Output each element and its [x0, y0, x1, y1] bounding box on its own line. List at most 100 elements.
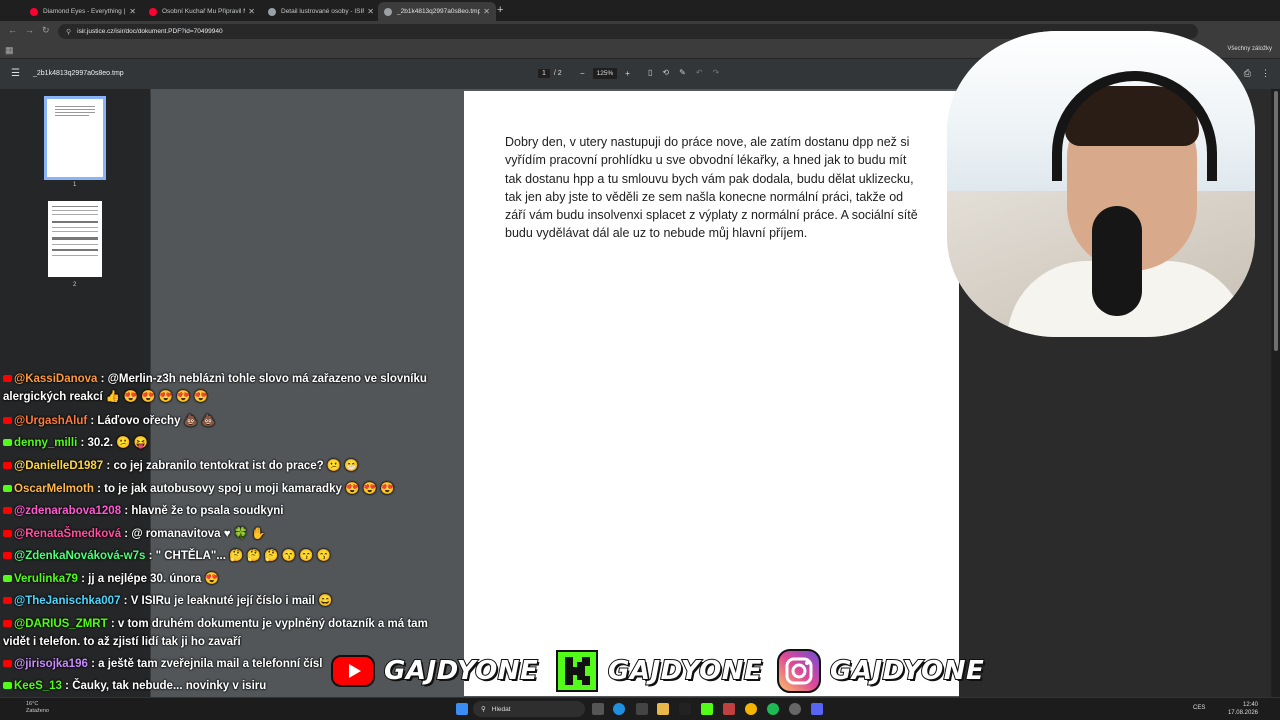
thumbnail-label: 1: [73, 182, 77, 188]
close-icon[interactable]: ✕: [483, 7, 490, 16]
close-icon[interactable]: ✕: [129, 7, 136, 16]
chat-text: : Láďovo ořechy 💩 💩: [90, 415, 216, 427]
store-icon[interactable]: [636, 703, 648, 715]
chat-message: @RenataŠmedková : @ romanavitova ♥ 🍀 ✋: [3, 525, 266, 543]
browser-tab[interactable]: Diamond Eyes - Everything | M ✕: [24, 2, 142, 21]
chat-message: @UrgashAluf : Láďovo ořechy 💩 💩: [3, 412, 216, 430]
youtube-icon: [3, 417, 12, 425]
chat-username[interactable]: KeeS_13: [14, 680, 62, 692]
chat-username[interactable]: @zdenarabova1208: [14, 505, 121, 517]
youtube-icon: [30, 7, 38, 16]
chat-text: : hlavně že to psala soudkyni: [124, 505, 284, 517]
kick-icon[interactable]: [701, 703, 713, 715]
tab-title: Osobní Kuchař Mu Připravil M: [162, 8, 246, 15]
tab-title: Diamond Eyes - Everything | M: [43, 8, 127, 15]
more-options-icon[interactable]: ⋮: [1261, 68, 1270, 79]
redo-icon[interactable]: ↷: [713, 68, 720, 77]
chat-username[interactable]: @ZdenkaNováková-w7s: [14, 550, 145, 562]
chat-text: : co jej zabranilo tentokrat ist do prac…: [106, 460, 359, 472]
menu-icon[interactable]: ☰: [11, 68, 20, 79]
chat-username[interactable]: @UrgashAluf: [14, 415, 87, 427]
weather-desc: Zataženo: [26, 708, 49, 714]
taskbar-search[interactable]: ⚲ Hledat: [473, 701, 585, 717]
chat-text: : a ještě tam zveřejnila mail a telefonn…: [91, 658, 323, 670]
thumbnail-text-lines: [55, 106, 95, 116]
annotate-icon[interactable]: ✎: [679, 68, 686, 77]
zoom-controls: − 125% +: [580, 68, 630, 79]
chat-username[interactable]: @DARIUS_ZMRT: [14, 618, 108, 630]
chat-message: @jirisojka196 : a ještě tam zveřejnila m…: [3, 655, 322, 673]
browser-tab[interactable]: Osobní Kuchař Mu Připravil M ✕: [143, 2, 261, 21]
microphone-icon: [1092, 206, 1142, 316]
close-icon[interactable]: ✕: [367, 7, 374, 16]
page-thumbnail[interactable]: [44, 96, 106, 180]
spotify-icon[interactable]: [767, 703, 779, 715]
close-icon[interactable]: ✕: [248, 7, 255, 16]
new-tab-icon[interactable]: +: [497, 4, 503, 16]
zoom-out-icon[interactable]: −: [580, 69, 585, 78]
back-icon[interactable]: ←: [8, 25, 17, 35]
chat-username[interactable]: @KassiDanova: [14, 373, 97, 385]
address-url: isir.justice.cz/isir/doc/dokument.PDF?id…: [77, 28, 223, 35]
chat-username[interactable]: @jirisojka196: [14, 658, 88, 670]
chat-username[interactable]: denny_milli: [14, 437, 77, 449]
chat-message: @ZdenkaNováková-w7s : " CHTĚLA"... 🤔 🤔 🤔…: [3, 547, 331, 565]
page-total: 2: [557, 70, 562, 77]
youtube-icon: [3, 462, 12, 470]
discord-icon[interactable]: [811, 703, 823, 715]
zoom-value[interactable]: 125%: [592, 68, 618, 79]
reload-icon[interactable]: ↻: [42, 25, 50, 36]
chat-message: denny_milli : 30.2. 😕 😝: [3, 434, 148, 452]
social-handle: GAJDYONE: [607, 655, 763, 687]
scrollbar[interactable]: [1272, 89, 1280, 720]
youtube-icon: [3, 507, 12, 515]
social-handles-banner: GAJDYONE GAJDYONE GAJDYONE: [330, 648, 990, 696]
social-handle: GAJDYONE: [383, 655, 539, 687]
chat-text: : " CHTĚLA"... 🤔 🤔 🤔 😙 😙 😙: [148, 550, 332, 562]
kick-icon: [3, 682, 12, 690]
app-icon[interactable]: [679, 703, 691, 715]
webcam-overlay: [947, 31, 1255, 337]
zoom-in-icon[interactable]: +: [625, 69, 630, 78]
clock-date: 17.08.2026: [1227, 710, 1258, 716]
pdf-page-text: Dobry den, v utery nastupuji do práce no…: [505, 135, 918, 241]
chat-username[interactable]: @TheJanischka007: [14, 595, 120, 607]
site-info-icon[interactable]: ⚲: [66, 28, 71, 36]
globe-icon: [268, 7, 276, 16]
chrome-icon[interactable]: [745, 703, 757, 715]
page-selector: 1 / 2: [538, 69, 562, 78]
clock-time: 12:40: [1242, 702, 1258, 708]
rotate-icon[interactable]: ⟲: [662, 68, 669, 77]
obs-icon[interactable]: [789, 703, 801, 715]
file-explorer-icon[interactable]: [657, 703, 669, 715]
social-kick: GAJDYONE: [554, 648, 763, 694]
search-icon: ⚲: [481, 706, 486, 713]
social-youtube: GAJDYONE: [330, 648, 539, 694]
apps-icon[interactable]: ▦: [5, 45, 14, 56]
browser-tab-active[interactable]: _2b1k4813q2997a0s8eo.tmp ✕: [378, 2, 496, 21]
task-view-icon[interactable]: [592, 703, 604, 715]
chat-username[interactable]: @DanielleD1987: [14, 460, 103, 472]
edge-icon[interactable]: [613, 703, 625, 715]
undo-icon[interactable]: ↶: [696, 68, 703, 77]
chat-username[interactable]: Verulinka79: [14, 573, 78, 585]
scrollbar-thumb[interactable]: [1274, 91, 1278, 351]
input-language[interactable]: CES: [1193, 705, 1205, 711]
app-icon[interactable]: [723, 703, 735, 715]
chat-username[interactable]: @RenataŠmedková: [14, 528, 121, 540]
page-number-input[interactable]: 1: [538, 69, 550, 78]
weather-widget[interactable]: 16°C Zataženo: [26, 701, 49, 715]
forward-icon[interactable]: →: [25, 25, 34, 35]
page-thumbnail[interactable]: [48, 201, 102, 277]
fit-page-icon[interactable]: ▯: [648, 68, 652, 77]
windows-start-icon[interactable]: [456, 703, 468, 715]
chat-message: KeeS_13 : Čauky, tak nebude... novinky v…: [3, 677, 266, 695]
browser-tab[interactable]: Detail lustrované osoby - ISIR ✕: [262, 2, 380, 21]
thumbnail-form-lines: [52, 206, 98, 256]
youtube-icon: [3, 552, 12, 560]
chat-username[interactable]: OscarMelmoth: [14, 483, 94, 495]
chat-text: : 30.2. 😕 😝: [80, 437, 149, 449]
chat-message: @KassiDanova : @Merlin-z3h nebláznì tohl…: [3, 370, 453, 406]
tab-strip: Diamond Eyes - Everything | M ✕ Osobní K…: [0, 0, 1280, 21]
clock[interactable]: 12:40 17.08.2026: [1228, 701, 1258, 717]
